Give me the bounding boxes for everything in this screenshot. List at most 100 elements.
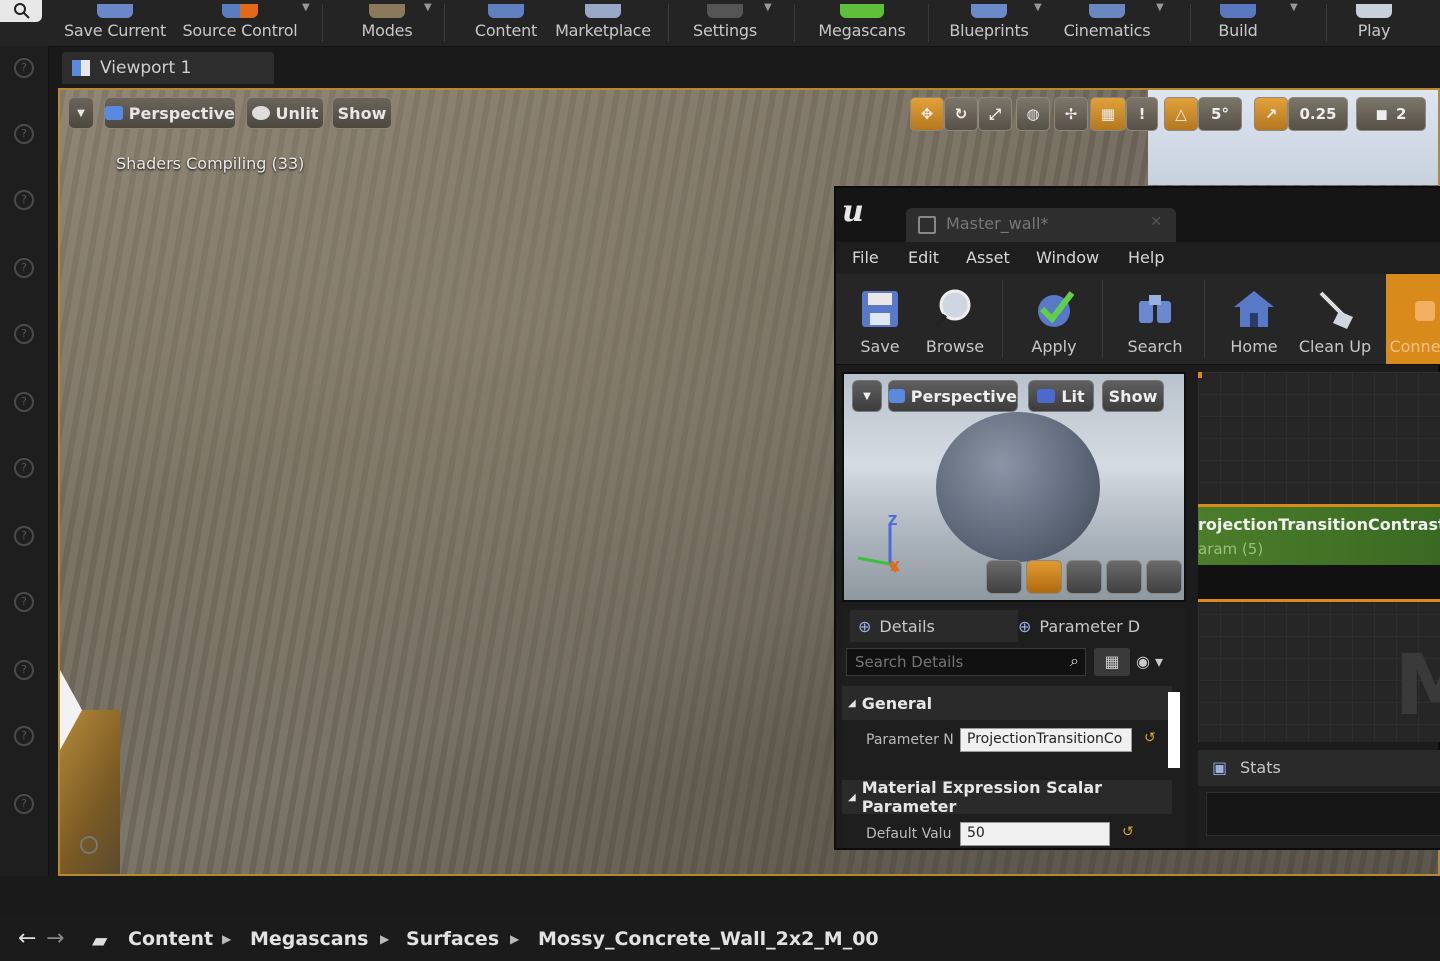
tab-master-wall[interactable]: Master_wall* ✕ (906, 208, 1176, 242)
help-icon[interactable]: ? (14, 392, 34, 412)
help-icon[interactable]: ? (14, 58, 34, 78)
camera-speed-button[interactable]: ◼ 2 (1356, 97, 1426, 131)
cube-preview-icon[interactable] (1106, 560, 1142, 594)
menu-help[interactable]: Help (1128, 248, 1164, 267)
help-icon[interactable]: ? (14, 124, 34, 144)
chevron-down-icon[interactable]: ▼ (1290, 2, 1298, 13)
close-icon[interactable]: ✕ (1150, 214, 1162, 230)
scale-snap-icon[interactable]: ↗ (1254, 97, 1288, 131)
translate-icon[interactable]: ✥ (910, 97, 944, 131)
search-details-input[interactable] (853, 652, 1057, 672)
chevron-down-icon[interactable]: ▼ (1034, 2, 1042, 13)
default-value-field[interactable]: 50 (960, 822, 1110, 846)
cinematics-button[interactable]: Cinematics (1058, 0, 1156, 46)
reset-icon[interactable]: ↺ (1144, 730, 1156, 746)
tab-viewport-1[interactable]: Viewport 1 (62, 52, 274, 84)
material-preview-viewport[interactable]: ▼ Perspective Lit Show Z X (842, 372, 1186, 602)
cylinder-preview-icon[interactable] (986, 560, 1022, 594)
breadcrumb-asset[interactable]: Mossy_Concrete_Wall_2x2_M_00 (538, 928, 879, 950)
tab-parameter-defaults[interactable]: ⊕ Parameter D (1018, 610, 1178, 642)
breadcrumb-separator-icon[interactable]: ▶ (222, 932, 231, 946)
mesh-preview-icon[interactable] (1146, 560, 1182, 594)
world-icon[interactable]: ◍ (1016, 97, 1050, 131)
material-graph[interactable]: rojectionTransitionContrast ( aram (5) M (1198, 372, 1440, 742)
breadcrumb-separator-icon[interactable]: ▶ (510, 932, 519, 946)
breadcrumb-surfaces[interactable]: Surfaces (406, 928, 499, 950)
viewport-options-button[interactable]: ▼ (68, 97, 94, 129)
search-icon[interactable] (0, 0, 42, 22)
build-button[interactable]: Build (1210, 0, 1266, 46)
help-icon[interactable]: ? (14, 660, 34, 680)
play-button[interactable]: Play (1346, 0, 1402, 46)
parameter-name-field[interactable]: ProjectionTransitionCo (960, 728, 1132, 752)
menu-window[interactable]: Window (1036, 248, 1099, 267)
general-section[interactable]: ◢ General (842, 686, 1172, 720)
show-button[interactable]: Show (332, 97, 392, 129)
chevron-down-icon[interactable]: ▼ (424, 2, 432, 13)
scalar-parameter-section[interactable]: ◢ Material Expression Scalar Parameter (842, 778, 1172, 816)
help-icon[interactable]: ? (14, 794, 34, 814)
reset-icon[interactable]: ↺ (1122, 824, 1134, 840)
view-mode-button[interactable]: Unlit (246, 97, 324, 129)
rotation-snap-value[interactable]: 5° (1198, 97, 1242, 131)
white-prop (60, 670, 82, 750)
search-icon[interactable]: ⌕ (1070, 651, 1079, 671)
browse-button[interactable]: Browse (920, 274, 990, 364)
content-button[interactable]: Content (470, 0, 542, 46)
menu-asset[interactable]: Asset (966, 248, 1010, 267)
scale-icon[interactable]: ⤢ (978, 97, 1012, 131)
save-current-button[interactable]: Save Current (62, 0, 168, 46)
preview-lit-button[interactable]: Lit (1028, 380, 1094, 412)
marketplace-button[interactable]: Marketplace (552, 0, 654, 46)
surface-snap-icon[interactable]: ✢ (1054, 97, 1088, 131)
eye-icon[interactable]: ◉ ▾ (1136, 648, 1176, 676)
chevron-down-icon[interactable]: ▼ (1156, 2, 1164, 13)
breadcrumb-content[interactable]: Content (128, 928, 213, 950)
search-details-box[interactable]: ⌕ (846, 648, 1086, 676)
preview-perspective-button[interactable]: Perspective (888, 380, 1018, 412)
preview-options-button[interactable]: ▼ (852, 380, 882, 412)
apply-button[interactable]: Apply (1022, 274, 1086, 364)
chevron-down-icon[interactable]: ▼ (764, 2, 772, 13)
grid-view-icon[interactable]: ▦ (1094, 648, 1130, 676)
node-title: rojectionTransitionContrast ( (1198, 515, 1440, 534)
chevron-down-icon[interactable]: ▼ (302, 2, 310, 13)
source-control-button[interactable]: Source Control (180, 0, 300, 46)
grid-size-icon[interactable]: ! (1126, 97, 1158, 131)
details-scrollbar[interactable] (1168, 692, 1180, 768)
modes-button[interactable]: Modes (352, 0, 422, 46)
connectors-button[interactable]: Conne (1386, 274, 1440, 364)
help-icon[interactable]: ? (14, 324, 34, 344)
menu-file[interactable]: File (852, 248, 879, 267)
breadcrumb-separator-icon[interactable]: ▶ (380, 932, 389, 946)
menu-edit[interactable]: Edit (908, 248, 939, 267)
help-icon[interactable]: ? (14, 258, 34, 278)
grid-snap-icon[interactable]: ▦ (1090, 97, 1126, 131)
help-icon[interactable]: ? (14, 592, 34, 612)
blueprints-button[interactable]: Blueprints (944, 0, 1034, 46)
forward-arrow-icon[interactable]: → (46, 926, 64, 951)
help-icon[interactable]: ? (14, 458, 34, 478)
help-icon[interactable]: ? (14, 190, 34, 210)
home-button[interactable]: Home (1224, 274, 1284, 364)
tab-stats[interactable]: ▣ Stats (1198, 750, 1440, 786)
scale-snap-value[interactable]: 0.25 (1288, 97, 1348, 131)
plane-preview-icon[interactable] (1066, 560, 1102, 594)
save-button[interactable]: Save (850, 274, 910, 364)
settings-button[interactable]: Settings (688, 0, 762, 46)
perspective-button[interactable]: Perspective (104, 97, 236, 129)
back-arrow-icon[interactable]: ← (18, 926, 36, 951)
tab-details[interactable]: ⊕ Details (850, 610, 1018, 642)
browse-icon (934, 289, 971, 329)
rotation-snap-icon[interactable]: △ (1164, 97, 1198, 131)
megascans-button[interactable]: Megascans (812, 0, 912, 46)
rotate-icon[interactable]: ↻ (944, 97, 978, 131)
scalar-parameter-node[interactable]: rojectionTransitionContrast ( aram (5) (1198, 504, 1440, 602)
sphere-preview-icon[interactable] (1026, 560, 1062, 594)
preview-show-button[interactable]: Show (1102, 380, 1164, 412)
breadcrumb-megascans[interactable]: Megascans (250, 928, 368, 950)
help-icon[interactable]: ? (14, 526, 34, 546)
help-icon[interactable]: ? (14, 726, 34, 746)
search-button[interactable]: Search (1120, 274, 1190, 364)
clean-up-button[interactable]: Clean Up (1294, 274, 1376, 364)
